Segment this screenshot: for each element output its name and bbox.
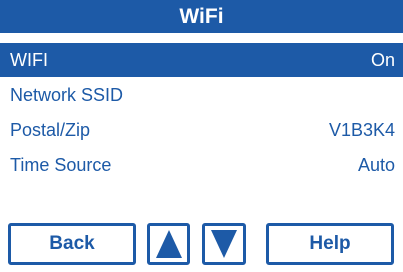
arrow-down-icon [211, 230, 237, 258]
arrow-up-icon [155, 230, 182, 258]
menu-item-label: Time Source [10, 155, 112, 175]
menu-item-value: On [370, 50, 395, 70]
menu-item-label: WIFI [10, 50, 48, 70]
menu-item-label: Postal/Zip [10, 120, 91, 140]
page-title: WiFi [0, 0, 403, 33]
menu-item-label: Network SSID [10, 85, 124, 105]
menu-item-value: V1B3K4 [328, 120, 395, 140]
menu-item-network-ssid[interactable]: Network SSID [0, 78, 403, 112]
scroll-down-button[interactable] [202, 223, 246, 265]
title-divider [0, 33, 403, 36]
menu-item-value: Auto [357, 155, 395, 175]
menu-item-postal-zip[interactable]: Postal/Zip V1B3K4 [0, 113, 403, 147]
back-button[interactable]: Back [8, 223, 136, 265]
scroll-up-button[interactable] [147, 223, 190, 265]
help-button[interactable]: Help [266, 223, 394, 265]
menu-item-time-source[interactable]: Time Source Auto [0, 148, 403, 182]
menu-item-wifi[interactable]: WIFI On [0, 43, 403, 77]
